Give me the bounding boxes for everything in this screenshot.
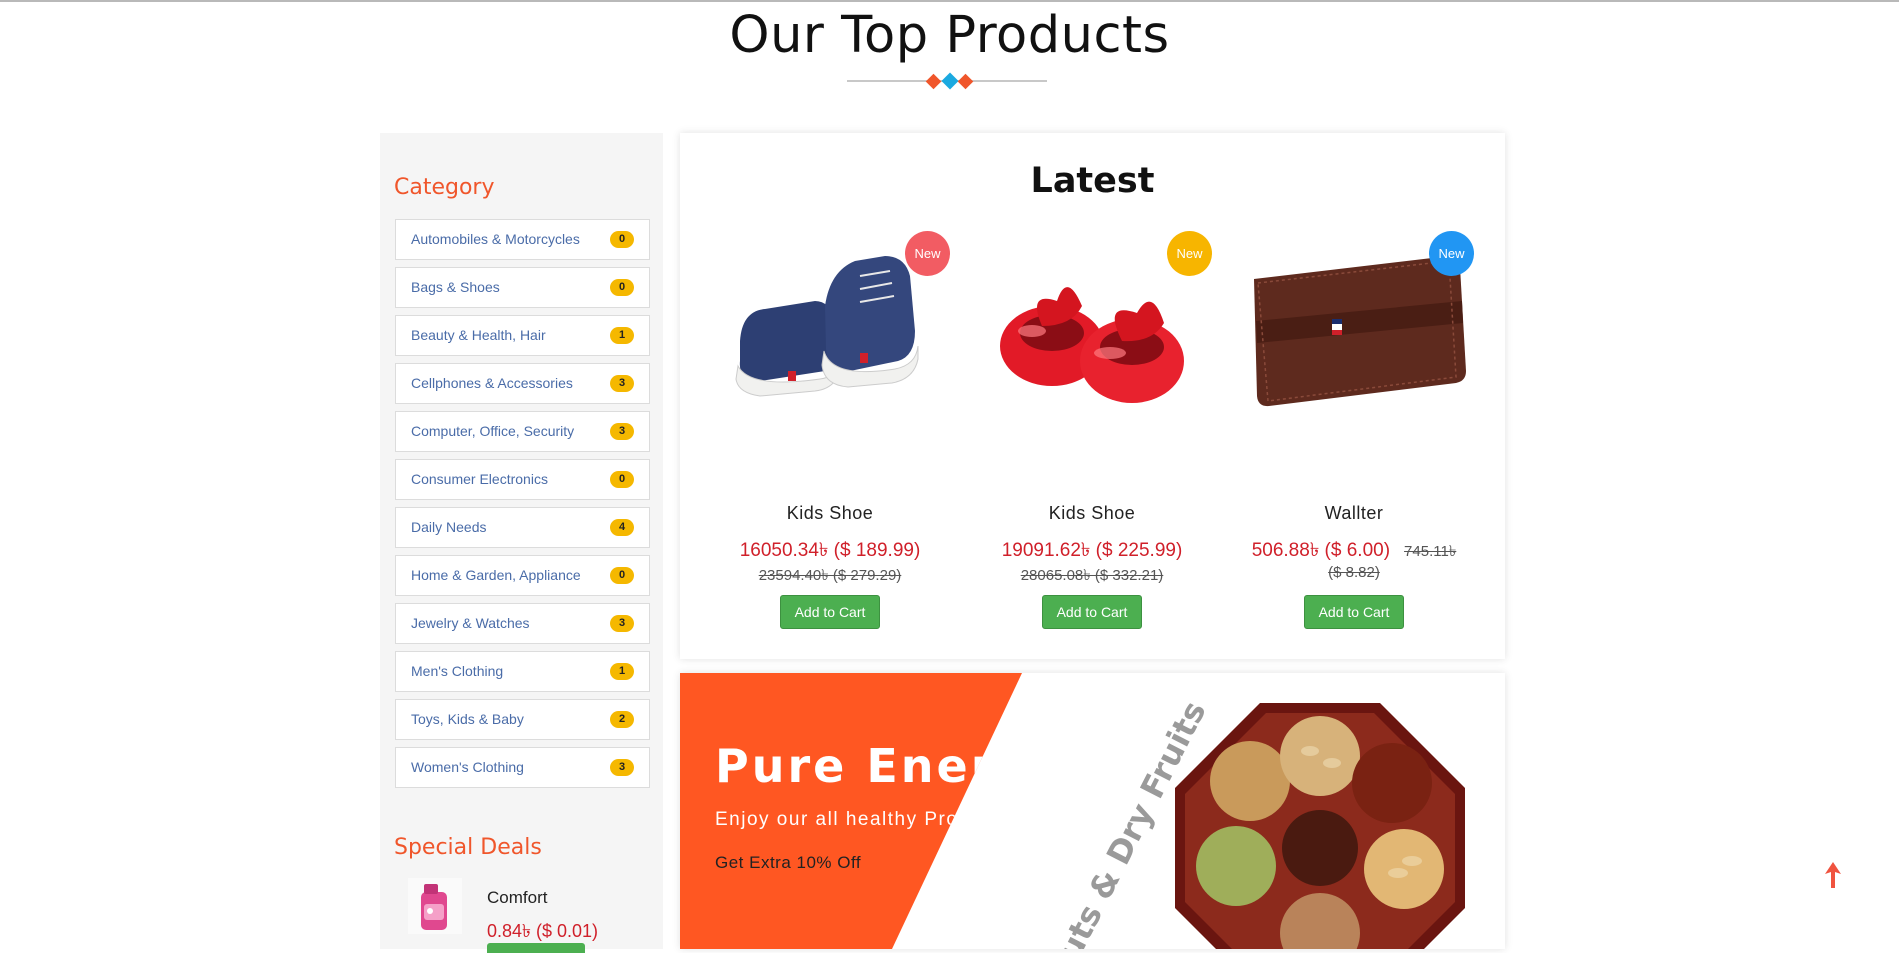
- category-item[interactable]: Cellphones & Accessories 3: [395, 363, 650, 404]
- add-to-cart-button[interactable]: Add to Cart: [780, 595, 880, 629]
- divider-diamond-icon: [941, 72, 959, 90]
- deal-add-to-cart-button[interactable]: [487, 943, 585, 953]
- category-label: Men's Clothing: [411, 663, 504, 679]
- divider-diamond-icon: [925, 73, 942, 90]
- product-name[interactable]: Kids Shoe: [972, 503, 1212, 524]
- product-old-price-usd: ($ 8.82): [1328, 564, 1380, 581]
- page-title: Our Top Products: [729, 6, 1170, 65]
- special-deals-title: Special Deals: [394, 835, 542, 860]
- new-badge: New: [905, 231, 950, 276]
- category-count-badge: 3: [610, 423, 634, 440]
- product-price-value: 506.88৳ ($ 6.00): [1251, 540, 1391, 561]
- category-label: Women's Clothing: [411, 759, 524, 775]
- category-item[interactable]: Home & Garden, Appliance 0: [395, 555, 650, 596]
- category-count-badge: 2: [610, 711, 634, 728]
- category-count-badge: 3: [610, 759, 634, 776]
- banner-offer: Get Extra 10% Off: [715, 853, 862, 872]
- product-old-price: 23594.40৳ ($ 279.29): [758, 567, 902, 584]
- deal-product-name[interactable]: Comfort: [487, 888, 547, 908]
- add-to-cart-button[interactable]: Add to Cart: [1304, 595, 1404, 629]
- category-label: Beauty & Health, Hair: [411, 327, 546, 343]
- category-count-badge: 3: [610, 375, 634, 392]
- category-count-badge: 0: [610, 471, 634, 488]
- product-name[interactable]: Wallter: [1234, 503, 1474, 524]
- divider-diamond-icon: [957, 73, 974, 90]
- category-count-badge: 0: [610, 279, 634, 296]
- latest-title: Latest: [1030, 161, 1155, 201]
- category-item[interactable]: Men's Clothing 1: [395, 651, 650, 692]
- product-old-price: 28065.08৳ ($ 332.21): [1020, 567, 1164, 584]
- product-card: New Wallter 506.88৳ ($ 6.00) 745.11৳ ($ 8…: [1234, 231, 1474, 631]
- category-label: Consumer Electronics: [411, 471, 548, 487]
- category-count-badge: 0: [610, 231, 634, 248]
- category-label: Automobiles & Motorcycles: [411, 231, 580, 247]
- top-border: [0, 0, 1899, 2]
- category-count-badge: 1: [610, 327, 634, 344]
- deal-product-image[interactable]: [408, 878, 462, 934]
- product-name[interactable]: Kids Shoe: [710, 503, 950, 524]
- nuts-tray-image: [1175, 703, 1465, 949]
- category-item[interactable]: Daily Needs 4: [395, 507, 650, 548]
- category-title: Category: [394, 175, 495, 200]
- promo-banner[interactable]: Pure Energy Enjoy our all healthy Produc…: [680, 673, 1505, 949]
- category-item[interactable]: Bags & Shoes 0: [395, 267, 650, 308]
- category-item[interactable]: Toys, Kids & Baby 2: [395, 699, 650, 740]
- category-item[interactable]: Automobiles & Motorcycles 0: [395, 219, 650, 260]
- sidebar: Category Automobiles & Motorcycles 0 Bags…: [380, 133, 663, 953]
- category-label: Bags & Shoes: [411, 279, 500, 295]
- product-card: New Kids Shoe 16050.34৳ ($ 189.99) 23594…: [710, 231, 950, 631]
- category-count-badge: 0: [610, 567, 634, 584]
- category-item[interactable]: Jewelry & Watches 3: [395, 603, 650, 644]
- category-count-badge: 4: [610, 519, 634, 536]
- category-label: Toys, Kids & Baby: [411, 711, 524, 727]
- category-label: Cellphones & Accessories: [411, 375, 573, 391]
- new-badge: New: [1167, 231, 1212, 276]
- scroll-to-top-arrow-icon[interactable]: [1823, 860, 1843, 890]
- category-label: Jewelry & Watches: [411, 615, 530, 631]
- product-card: New Kids Shoe 19091.62৳ ($ 225.99) 28065…: [972, 231, 1212, 631]
- category-item[interactable]: Computer, Office, Security 3: [395, 411, 650, 452]
- category-item[interactable]: Beauty & Health, Hair 1: [395, 315, 650, 356]
- category-item[interactable]: Consumer Electronics 0: [395, 459, 650, 500]
- category-count-badge: 1: [610, 663, 634, 680]
- category-count-badge: 3: [610, 615, 634, 632]
- new-badge: New: [1429, 231, 1474, 276]
- add-to-cart-button[interactable]: Add to Cart: [1042, 595, 1142, 629]
- product-old-price: 745.11৳: [1404, 543, 1457, 560]
- category-label: Daily Needs: [411, 519, 487, 535]
- category-item[interactable]: Women's Clothing 3: [395, 747, 650, 788]
- category-label: Home & Garden, Appliance: [411, 567, 581, 583]
- latest-products-card: Latest New Kids Shoe 16050.34৳ ($ 189.99…: [680, 133, 1505, 659]
- category-list: Automobiles & Motorcycles 0 Bags & Shoes 0…: [395, 219, 650, 795]
- category-label: Computer, Office, Security: [411, 423, 575, 439]
